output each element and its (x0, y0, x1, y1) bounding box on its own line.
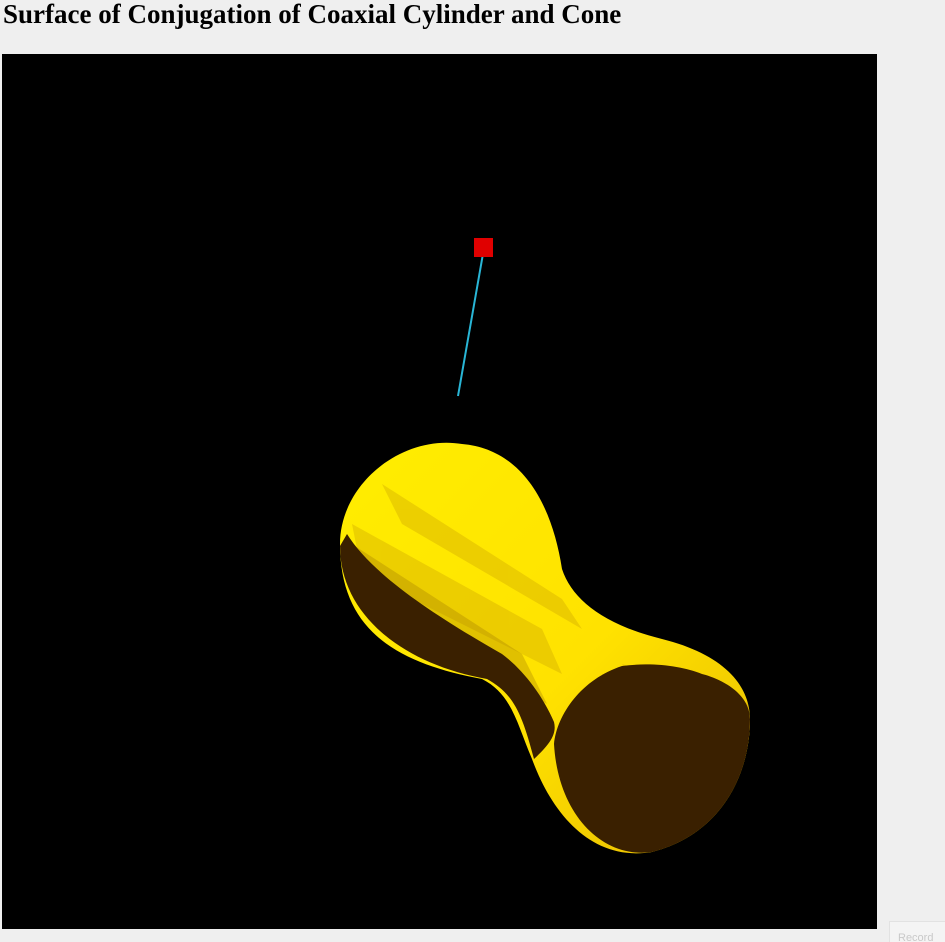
light-source-marker (474, 238, 493, 257)
3d-viewport-canvas[interactable] (2, 54, 877, 929)
record-button[interactable]: Record (889, 921, 945, 942)
page-title: Surface of Conjugation of Coaxial Cylind… (3, 0, 622, 29)
light-ray (457, 247, 485, 397)
conjugation-surface (340, 442, 750, 854)
